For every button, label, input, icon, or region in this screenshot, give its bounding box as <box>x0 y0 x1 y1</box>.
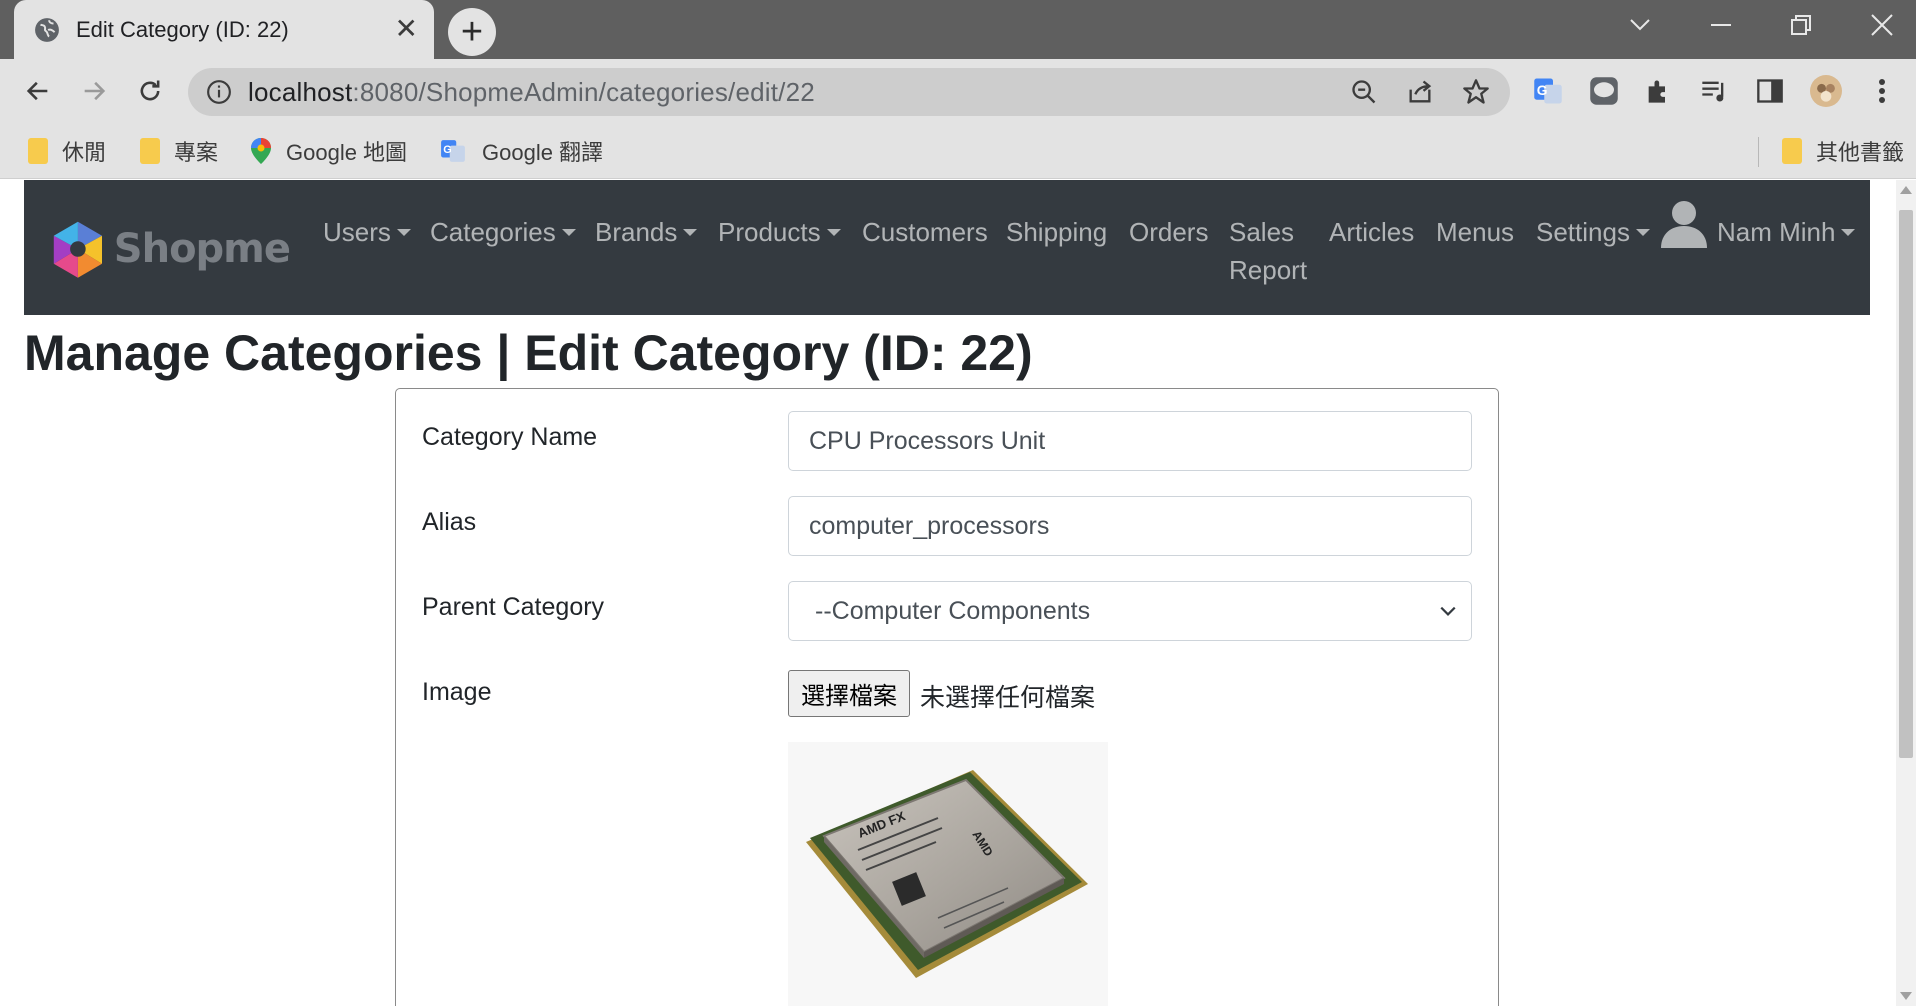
url-text: localhost:8080/ShopmeAdmin/categories/ed… <box>248 77 815 108</box>
nav-brands[interactable]: Brands <box>595 213 697 251</box>
page-viewport: Shopme Users Categories Brands Products … <box>0 180 1896 1006</box>
bookmark-folder-projects[interactable]: 專案 <box>140 136 218 166</box>
category-name-value: CPU Processors Unit <box>809 426 1046 455</box>
category-image-preview: AMD FX AMD <box>788 742 1108 1006</box>
browser-tab-active[interactable]: Edit Category (ID: 22) ✕ <box>14 0 434 59</box>
reload-button[interactable] <box>130 71 170 111</box>
new-tab-button[interactable]: + <box>448 8 496 56</box>
nav-users[interactable]: Users <box>323 213 411 251</box>
nav-settings[interactable]: Settings <box>1536 213 1650 251</box>
globe-icon <box>35 17 59 42</box>
other-bookmarks-folder[interactable]: 其他書籤 <box>1782 136 1904 166</box>
browser-tab-strip: Edit Category (ID: 22) ✕ + <box>0 0 1916 59</box>
bookmarks-separator <box>1758 137 1759 167</box>
site-navbar: Shopme Users Categories Brands Products … <box>24 180 1870 315</box>
bookmark-star-icon[interactable] <box>1462 78 1490 106</box>
image-label: Image <box>422 678 492 706</box>
nav-products[interactable]: Products <box>718 213 841 251</box>
nav-customers[interactable]: Customers <box>862 213 988 251</box>
cpu-processor-image: AMD FX AMD <box>806 770 1088 978</box>
parent-category-label: Parent Category <box>422 593 605 621</box>
folder-icon <box>28 138 48 164</box>
bookmarks-bar: 休閒 專案 Google 地圖 G Google 翻譯 其他書籤 <box>0 123 1916 179</box>
shopme-logo[interactable]: Shopme <box>46 206 291 292</box>
scroll-down-arrow-icon[interactable] <box>1900 992 1912 1000</box>
category-name-label: Category Name <box>422 423 598 451</box>
google-translate-icon: G <box>441 140 465 162</box>
nav-sales-line2: Report <box>1229 255 1308 285</box>
parent-category-value: --Computer Components <box>815 596 1091 625</box>
bookmark-label: Google 地圖 <box>286 140 408 165</box>
alias-label: Alias <box>422 508 477 536</box>
tab-title: Edit Category (ID: 22) <box>76 16 289 42</box>
zoom-icon[interactable] <box>1350 78 1378 106</box>
address-bar[interactable]: localhost:8080/ShopmeAdmin/categories/ed… <box>188 68 1510 116</box>
close-tab-icon[interactable]: ✕ <box>395 15 418 43</box>
url-host: localhost <box>248 76 353 107</box>
nav-shipping[interactable]: Shipping <box>1006 213 1107 251</box>
bookmark-label: 專案 <box>174 140 219 165</box>
site-info-icon[interactable] <box>206 79 232 105</box>
category-name-input[interactable]: CPU Processors Unit <box>788 411 1472 471</box>
scrollbar-thumb[interactable] <box>1899 210 1913 758</box>
browser-menu-icon[interactable] <box>1866 75 1898 107</box>
alias-input[interactable]: computer_processors <box>788 496 1472 556</box>
parent-category-select[interactable]: --Computer Components <box>788 581 1472 641</box>
bookmark-google-maps[interactable]: Google 地圖 <box>250 136 407 166</box>
side-panel-icon[interactable] <box>1754 75 1786 107</box>
extensions-puzzle-icon[interactable] <box>1642 75 1674 107</box>
share-icon[interactable] <box>1406 78 1434 106</box>
svg-text:G: G <box>443 144 451 156</box>
google-translate-extension-icon[interactable]: G <box>1532 75 1564 107</box>
google-maps-icon <box>251 138 271 164</box>
url-path: :8080/ShopmeAdmin/categories/edit/22 <box>352 76 815 107</box>
back-button[interactable] <box>18 71 58 111</box>
shopme-logo-icon <box>53 221 103 278</box>
nav-articles[interactable]: Articles <box>1329 213 1414 251</box>
bookmark-google-translate[interactable]: G Google 翻譯 <box>440 136 603 166</box>
profile-avatar[interactable] <box>1810 75 1842 107</box>
nav-orders[interactable]: Orders <box>1129 213 1208 251</box>
bookmark-label: Google 翻譯 <box>482 140 604 165</box>
file-status-text: 未選擇任何檔案 <box>920 684 1096 712</box>
nav-categories[interactable]: Categories <box>430 213 576 251</box>
forward-button[interactable] <box>74 71 114 111</box>
nav-sales-report[interactable]: Sales Report <box>1229 213 1307 289</box>
bookmark-label: 休閒 <box>62 140 107 165</box>
nav-user-account[interactable]: Nam Minh <box>1717 213 1855 251</box>
folder-icon <box>140 138 160 164</box>
choose-file-button[interactable]: 選擇檔案 <box>788 670 910 717</box>
nav-sales-line1: Sales <box>1229 217 1295 247</box>
reading-list-icon[interactable] <box>1698 75 1730 107</box>
line-extension-icon[interactable] <box>1588 75 1620 107</box>
bookmark-label: 其他書籤 <box>1816 140 1905 165</box>
user-icon[interactable] <box>1658 198 1710 250</box>
scroll-up-arrow-icon[interactable] <box>1900 186 1912 194</box>
bookmark-folder-leisure[interactable]: 休閒 <box>28 136 106 166</box>
folder-icon <box>1782 138 1802 164</box>
close-window-button[interactable] <box>1854 0 1910 50</box>
tab-search-icon[interactable] <box>1612 0 1668 50</box>
svg-text:G: G <box>1537 83 1548 98</box>
browser-toolbar: localhost:8080/ShopmeAdmin/categories/ed… <box>0 59 1916 123</box>
alias-value: computer_processors <box>809 511 1050 540</box>
minimize-button[interactable] <box>1693 0 1749 50</box>
restore-button[interactable] <box>1773 0 1829 50</box>
brand-name: Shopme <box>113 226 291 272</box>
edit-category-form: Category Name CPU Processors Unit Alias … <box>395 388 1499 1006</box>
page-scrollbar[interactable] <box>1896 180 1916 1006</box>
page-title: Manage Categories | Edit Category (ID: 2… <box>24 325 1033 381</box>
nav-menus[interactable]: Menus <box>1436 213 1514 251</box>
chevron-down-icon <box>1440 606 1456 616</box>
